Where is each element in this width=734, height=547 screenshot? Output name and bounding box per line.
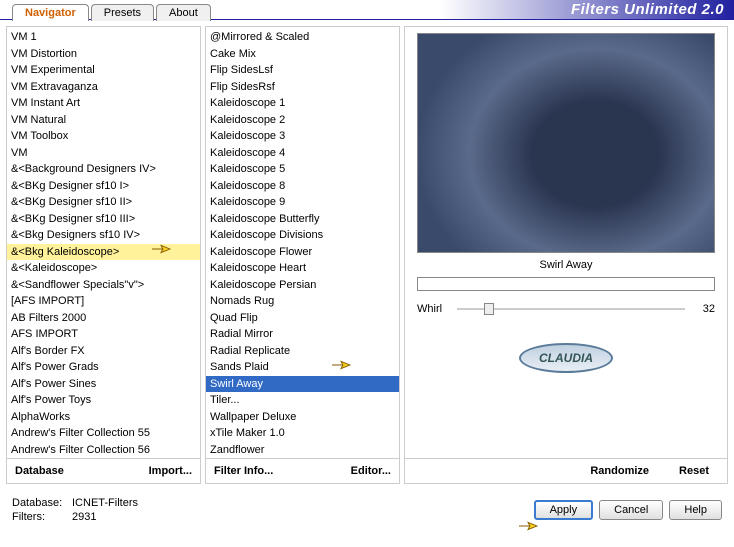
logo-area: CLAUDIA bbox=[405, 343, 727, 373]
app-title: Filters Unlimited 2.0 bbox=[571, 1, 724, 18]
list-item[interactable]: Kaleidoscope Butterfly bbox=[206, 211, 399, 228]
reset-link[interactable]: Reset bbox=[679, 465, 709, 477]
list-item[interactable]: Flip SidesLsf bbox=[206, 62, 399, 79]
list-item[interactable]: Kaleidoscope 3 bbox=[206, 128, 399, 145]
tab-navigator[interactable]: Navigator bbox=[12, 4, 89, 21]
preview-title: Swirl Away bbox=[405, 259, 727, 271]
list-item[interactable]: @Mirrored & Scaled bbox=[206, 29, 399, 46]
list-item[interactable]: Radial Mirror bbox=[206, 326, 399, 343]
list-item[interactable]: VM Distortion bbox=[7, 46, 200, 63]
list-item[interactable]: Zandflower bbox=[206, 442, 399, 459]
category-footer: Database Import... bbox=[7, 458, 200, 483]
apply-button[interactable]: Apply bbox=[534, 500, 594, 520]
list-item[interactable]: Alf's Power Sines bbox=[7, 376, 200, 393]
list-item[interactable]: Andrew's Filter Collection 56 bbox=[7, 442, 200, 459]
preview-column: Swirl Away Whirl 32 CLAUDIA Randomize Re… bbox=[404, 26, 728, 484]
claudia-logo: CLAUDIA bbox=[519, 343, 613, 373]
list-item[interactable]: AB Filters 2000 bbox=[7, 310, 200, 327]
filter-column: @Mirrored & ScaledCake MixFlip SidesLsfF… bbox=[205, 26, 400, 484]
list-item[interactable]: Kaleidoscope Flower bbox=[206, 244, 399, 261]
list-item[interactable]: Nomads Rug bbox=[206, 293, 399, 310]
main-area: VM 1VM DistortionVM ExperimentalVM Extra… bbox=[0, 20, 734, 490]
list-item[interactable]: VM Instant Art bbox=[7, 95, 200, 112]
status-filters-value: 2931 bbox=[72, 510, 96, 524]
list-item[interactable]: VM Experimental bbox=[7, 62, 200, 79]
list-item[interactable]: VM Natural bbox=[7, 112, 200, 129]
header: Navigator Presets About Filters Unlimite… bbox=[0, 0, 734, 20]
cancel-button[interactable]: Cancel bbox=[599, 500, 663, 520]
list-item[interactable]: Kaleidoscope 9 bbox=[206, 194, 399, 211]
list-item[interactable]: Tiler... bbox=[206, 392, 399, 409]
list-item[interactable]: Kaleidoscope 2 bbox=[206, 112, 399, 129]
status-text: Database: ICNET-Filters Filters: 2931 bbox=[12, 496, 138, 524]
filter-footer: Filter Info... Editor... bbox=[206, 458, 399, 483]
list-item[interactable]: Kaleidoscope Persian bbox=[206, 277, 399, 294]
list-item[interactable]: Kaleidoscope 4 bbox=[206, 145, 399, 162]
randomize-link[interactable]: Randomize bbox=[590, 465, 649, 477]
help-button[interactable]: Help bbox=[669, 500, 722, 520]
list-item[interactable]: VM 1 bbox=[7, 29, 200, 46]
filter-list[interactable]: @Mirrored & ScaledCake MixFlip SidesLsfF… bbox=[206, 27, 399, 458]
list-item[interactable]: xTile Maker 1.0 bbox=[206, 425, 399, 442]
list-item[interactable]: Kaleidoscope 5 bbox=[206, 161, 399, 178]
status-db-value: ICNET-Filters bbox=[72, 496, 138, 510]
import-link[interactable]: Import... bbox=[149, 465, 192, 477]
whirl-slider[interactable] bbox=[457, 308, 685, 310]
list-item[interactable]: Alf's Power Grads bbox=[7, 359, 200, 376]
list-item[interactable]: Swirl Away bbox=[206, 376, 399, 393]
list-item[interactable]: Sands Plaid bbox=[206, 359, 399, 376]
list-item[interactable]: Alf's Power Toys bbox=[7, 392, 200, 409]
list-item[interactable]: &<BKg Designer sf10 I> bbox=[7, 178, 200, 195]
preview-footer: Randomize Reset bbox=[405, 458, 727, 483]
list-item[interactable]: Wallpaper Deluxe bbox=[206, 409, 399, 426]
progress-bar bbox=[417, 277, 715, 291]
bottom-bar: Database: ICNET-Filters Filters: 2931 Ap… bbox=[0, 490, 734, 530]
list-item[interactable]: &<BKg Designer sf10 III> bbox=[7, 211, 200, 228]
tab-about[interactable]: About bbox=[156, 4, 211, 21]
filter-info-link[interactable]: Filter Info... bbox=[214, 465, 273, 477]
list-item[interactable]: Radial Replicate bbox=[206, 343, 399, 360]
tab-bar: Navigator Presets About bbox=[12, 4, 213, 21]
slider-thumb[interactable] bbox=[484, 303, 494, 315]
list-item[interactable]: Quad Flip bbox=[206, 310, 399, 327]
list-item[interactable]: VM Toolbox bbox=[7, 128, 200, 145]
database-link[interactable]: Database bbox=[15, 465, 64, 477]
list-item[interactable]: Andrew's Filter Collection 55 bbox=[7, 425, 200, 442]
list-item[interactable]: &<Sandflower Specials"v"> bbox=[7, 277, 200, 294]
list-item[interactable]: Kaleidoscope Divisions bbox=[206, 227, 399, 244]
status-db-label: Database: bbox=[12, 496, 72, 510]
list-item[interactable]: &<Bkg Designers sf10 IV> bbox=[7, 227, 200, 244]
editor-link[interactable]: Editor... bbox=[351, 465, 391, 477]
slider-label: Whirl bbox=[417, 303, 457, 315]
category-list[interactable]: VM 1VM DistortionVM ExperimentalVM Extra… bbox=[7, 27, 200, 458]
list-item[interactable]: Kaleidoscope 1 bbox=[206, 95, 399, 112]
list-item[interactable]: &<Kaleidoscope> bbox=[7, 260, 200, 277]
tab-presets[interactable]: Presets bbox=[91, 4, 154, 21]
list-item[interactable]: VM Extravaganza bbox=[7, 79, 200, 96]
list-item[interactable]: [AFS IMPORT] bbox=[7, 293, 200, 310]
list-item[interactable]: Cake Mix bbox=[206, 46, 399, 63]
status-filters-label: Filters: bbox=[12, 510, 72, 524]
list-item[interactable]: AFS IMPORT bbox=[7, 326, 200, 343]
category-column: VM 1VM DistortionVM ExperimentalVM Extra… bbox=[6, 26, 201, 484]
preview-image bbox=[417, 33, 715, 253]
button-bar: Apply Cancel Help bbox=[534, 500, 722, 520]
whirl-slider-row: Whirl 32 bbox=[417, 303, 715, 315]
list-item[interactable]: Flip SidesRsf bbox=[206, 79, 399, 96]
list-item[interactable]: Alf's Border FX bbox=[7, 343, 200, 360]
list-item[interactable]: &<BKg Designer sf10 II> bbox=[7, 194, 200, 211]
list-item[interactable]: &<Bkg Kaleidoscope> bbox=[7, 244, 200, 261]
slider-value: 32 bbox=[685, 303, 715, 315]
list-item[interactable]: VM bbox=[7, 145, 200, 162]
list-item[interactable]: Kaleidoscope 8 bbox=[206, 178, 399, 195]
list-item[interactable]: Kaleidoscope Heart bbox=[206, 260, 399, 277]
list-item[interactable]: AlphaWorks bbox=[7, 409, 200, 426]
list-item[interactable]: &<Background Designers IV> bbox=[7, 161, 200, 178]
